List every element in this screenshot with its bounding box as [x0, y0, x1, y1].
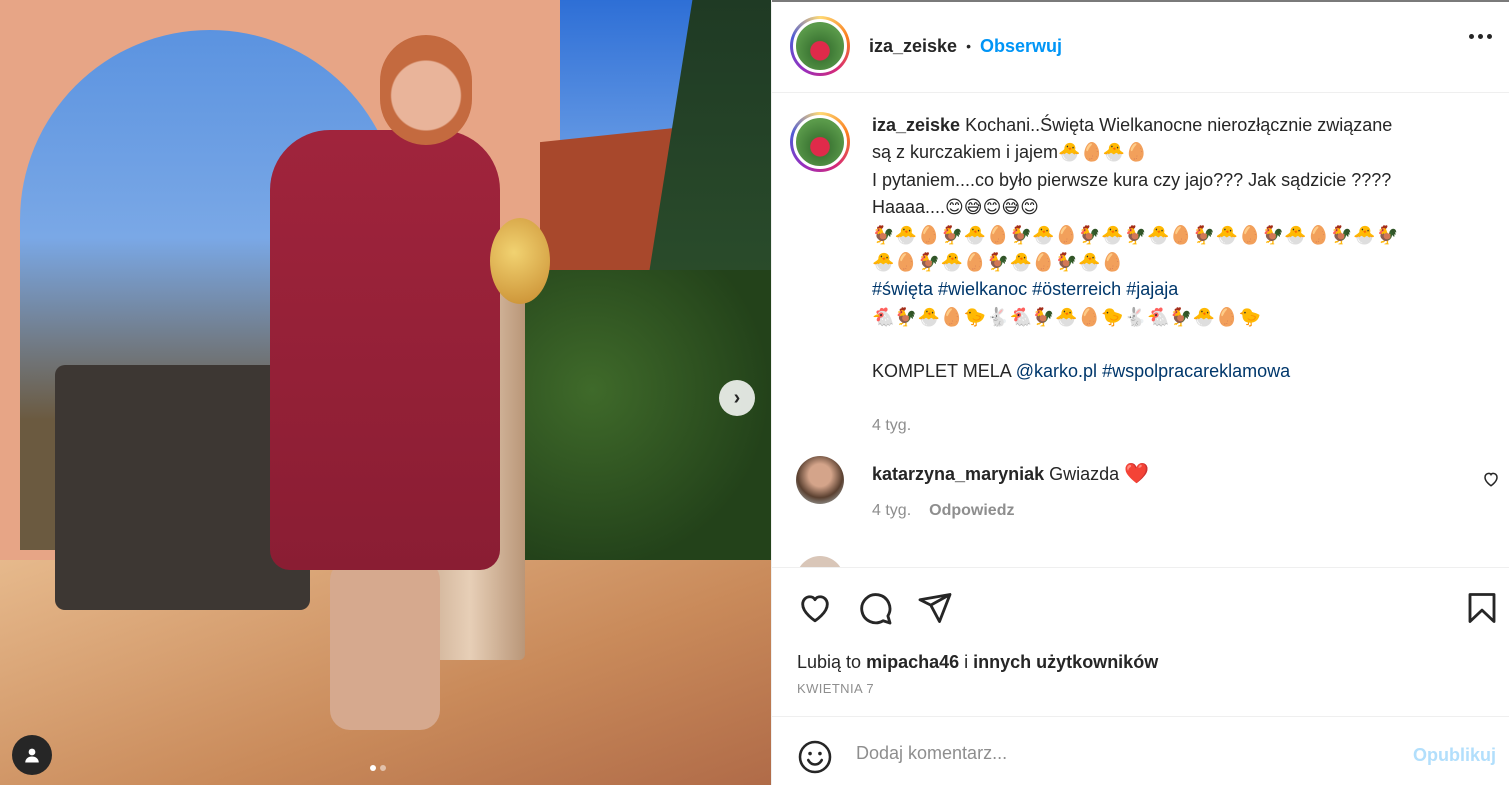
publish-button[interactable]: Opublikuj	[1413, 745, 1496, 766]
caption-timestamp[interactable]: 4 tyg.	[872, 417, 911, 435]
carousel-indicator	[370, 765, 386, 771]
caption-line-2: są z kurczakiem i jajem🐣🥚🐣🥚	[872, 142, 1148, 163]
send-icon	[918, 593, 952, 623]
post-actions	[772, 567, 1509, 647]
caption-author-avatar-image	[793, 115, 847, 169]
hashtag-wspolpracareklamowa[interactable]: #wspolpracareklamowa	[1102, 361, 1290, 381]
post-date[interactable]: KWIETNIA 7	[797, 681, 874, 696]
heart-icon	[801, 595, 829, 623]
emoji-picker-button[interactable]	[797, 739, 833, 780]
heart-outline-icon	[1484, 472, 1498, 487]
hashtag-wielkanoc[interactable]: #wielkanoc	[938, 279, 1027, 299]
caption-line-3: I pytaniem....co było pierwsze kura czy …	[872, 169, 1392, 190]
sponsor-prefix: KOMPLET MELA	[872, 361, 1011, 382]
caption-author-avatar[interactable]	[790, 112, 850, 172]
hashtag-jajaja[interactable]: #jajaja	[1126, 279, 1178, 299]
caption-line-4: Haaaa....😊😅😊😅😊	[872, 197, 1039, 218]
likes-user-link[interactable]: mipacha46	[866, 652, 959, 672]
comment-button[interactable]	[856, 590, 894, 631]
mention-karko[interactable]: @karko.pl	[1016, 361, 1097, 381]
commenter-avatar[interactable]	[796, 456, 844, 504]
more-options-button[interactable]	[1469, 34, 1492, 39]
save-button[interactable]	[1464, 590, 1500, 631]
post-photo[interactable]: ›	[0, 0, 771, 785]
photo-person-legs	[330, 560, 440, 730]
comments-scroll-area[interactable]: iza_zeiske Kochani..Święta Wielkanocne n…	[772, 94, 1509, 567]
caption-username[interactable]: iza_zeiske	[872, 115, 960, 135]
author-avatar-image	[793, 19, 847, 73]
chevron-right-icon: ›	[733, 386, 741, 409]
photo-easter-egg	[490, 218, 550, 304]
post-header: iza_zeiske • Obserwuj	[772, 0, 1509, 93]
carousel-dot-1	[370, 765, 376, 771]
follow-button[interactable]: Obserwuj	[980, 36, 1062, 57]
photo-person-head	[380, 35, 472, 145]
reply-button[interactable]: Odpowiedz	[929, 502, 1014, 520]
author-avatar[interactable]	[790, 16, 850, 76]
author-username[interactable]: iza_zeiske	[869, 36, 957, 57]
carousel-dot-2	[380, 765, 386, 771]
next-comment-avatar[interactable]	[796, 556, 844, 567]
likes-prefix: Lubią to	[797, 652, 862, 672]
caption-line-6: 🐣🥚🐓🐣🥚🐓🐣🥚🐓🐣🥚	[872, 252, 1125, 273]
user-icon	[25, 748, 39, 763]
likes-summary: Lubią to mipacha46 i innych użytkowników	[797, 652, 1158, 673]
caption-line-5: 🐓🐣🥚🐓🐣🥚🐓🐣🥚🐓🐣🐓🐣🥚🐓🐣🥚🐓🐣🥚🐓🐣🐓	[872, 224, 1399, 245]
caption-text: iza_zeiske Kochani..Święta Wielkanocne n…	[872, 112, 1482, 386]
more-dot	[1487, 34, 1492, 39]
hashtag-swieta[interactable]: #święta	[872, 279, 933, 299]
caption-hashtags: #święta #wielkanoc #österreich #jajaja	[872, 276, 1482, 303]
share-button[interactable]	[916, 590, 954, 631]
likes-others-link[interactable]: innych użytkowników	[973, 652, 1158, 672]
comment-text: katarzyna_maryniak Gwiazda ❤️	[872, 461, 1149, 486]
carousel-next-button[interactable]: ›	[719, 380, 755, 416]
caption-text-1: Kochani..Święta Wielkanocne nierozłączni…	[965, 115, 1393, 135]
bookmark-icon	[1468, 593, 1496, 623]
photo-hedge	[515, 270, 771, 570]
caption-line-8: 🐔🐓🐣🥚🐤🐇🐔🐓🐣🥚🐤🐇🐔🐓🐣🥚🐤	[872, 306, 1262, 327]
likes-conj: i	[964, 652, 969, 672]
more-dot	[1478, 34, 1483, 39]
caption-sponsor-line: KOMPLET MELA @karko.pl #wspolpracareklam…	[872, 358, 1482, 385]
photo-person-suit	[270, 130, 500, 570]
comment-input[interactable]	[856, 736, 1376, 770]
comment-like-button[interactable]	[1482, 470, 1500, 493]
like-button[interactable]	[796, 590, 834, 631]
comment-meta: 4 tyg. Odpowiedz	[872, 502, 1014, 520]
hashtag-osterreich[interactable]: #österreich	[1032, 279, 1121, 299]
header-separator: •	[966, 38, 971, 54]
comment-timestamp[interactable]: 4 tyg.	[872, 502, 911, 520]
tagged-users-button[interactable]	[12, 735, 52, 775]
caption-line-1: iza_zeiske Kochani..Święta Wielkanocne n…	[872, 112, 1482, 139]
commenter-username[interactable]: katarzyna_maryniak	[872, 464, 1044, 484]
red-heart-emoji: ❤️	[1124, 463, 1150, 485]
comment-bubble-icon	[860, 593, 892, 625]
smiley-icon	[798, 740, 832, 774]
post-detail-panel: iza_zeiske • Obserwuj iza_zeiske Kochani…	[771, 0, 1509, 785]
more-horizontal-icon	[1469, 34, 1474, 39]
add-comment-bar: Opublikuj	[772, 716, 1509, 785]
comment-body: Gwiazda	[1049, 464, 1120, 484]
